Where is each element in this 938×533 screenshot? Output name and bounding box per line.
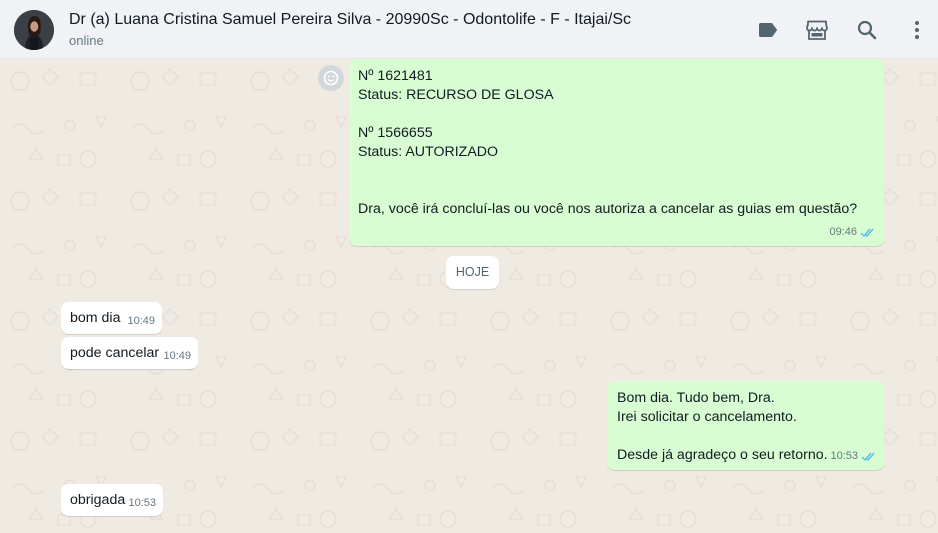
message-incoming[interactable]: obrigada 10:53 <box>61 484 163 516</box>
message-time: 09:46 <box>829 226 857 238</box>
message-meta: 10:53 <box>830 447 877 466</box>
read-receipt-icon <box>860 227 876 238</box>
message-outgoing[interactable]: Nº 1621481 Status: RECURSO DE GLOSA Nº 1… <box>349 59 884 246</box>
message-text: obrigada <box>70 492 126 508</box>
message-outgoing[interactable]: Bom dia. Tudo bem, Dra. Irei solicitar o… <box>607 381 884 470</box>
chat-header: Dr (a) Luana Cristina Samuel Pereira Sil… <box>0 0 938 59</box>
message-time: 10:53 <box>128 497 156 509</box>
contact-status: online <box>69 33 104 48</box>
message-time: 10:53 <box>830 450 858 462</box>
store-icon[interactable] <box>805 18 829 42</box>
message-text: pode cancelar <box>70 345 160 361</box>
message-text: bom dia <box>70 310 121 326</box>
label-icon[interactable] <box>756 18 780 42</box>
message-time: 10:49 <box>127 315 155 327</box>
message-text: Nº 1621481 Status: RECURSO DE GLOSA Nº 1… <box>358 68 858 217</box>
message-meta: 09:46 <box>829 223 876 242</box>
message-incoming[interactable]: pode cancelar 10:49 <box>61 337 198 369</box>
date-divider: HOJE <box>446 256 499 289</box>
chat-area[interactable]: Nº 1621481 Status: RECURSO DE GLOSA Nº 1… <box>0 59 938 533</box>
message-time: 10:49 <box>163 350 191 362</box>
read-receipt-icon <box>861 451 877 462</box>
emoji-react-icon[interactable] <box>318 65 344 91</box>
menu-icon[interactable] <box>905 18 929 42</box>
contact-name[interactable]: Dr (a) Luana Cristina Samuel Pereira Sil… <box>69 11 631 29</box>
message-incoming[interactable]: bom dia 10:49 <box>61 302 162 334</box>
contact-avatar[interactable] <box>14 10 54 50</box>
search-icon[interactable] <box>855 18 879 42</box>
message-text: Bom dia. Tudo bem, Dra. Irei solicitar o… <box>617 390 828 463</box>
